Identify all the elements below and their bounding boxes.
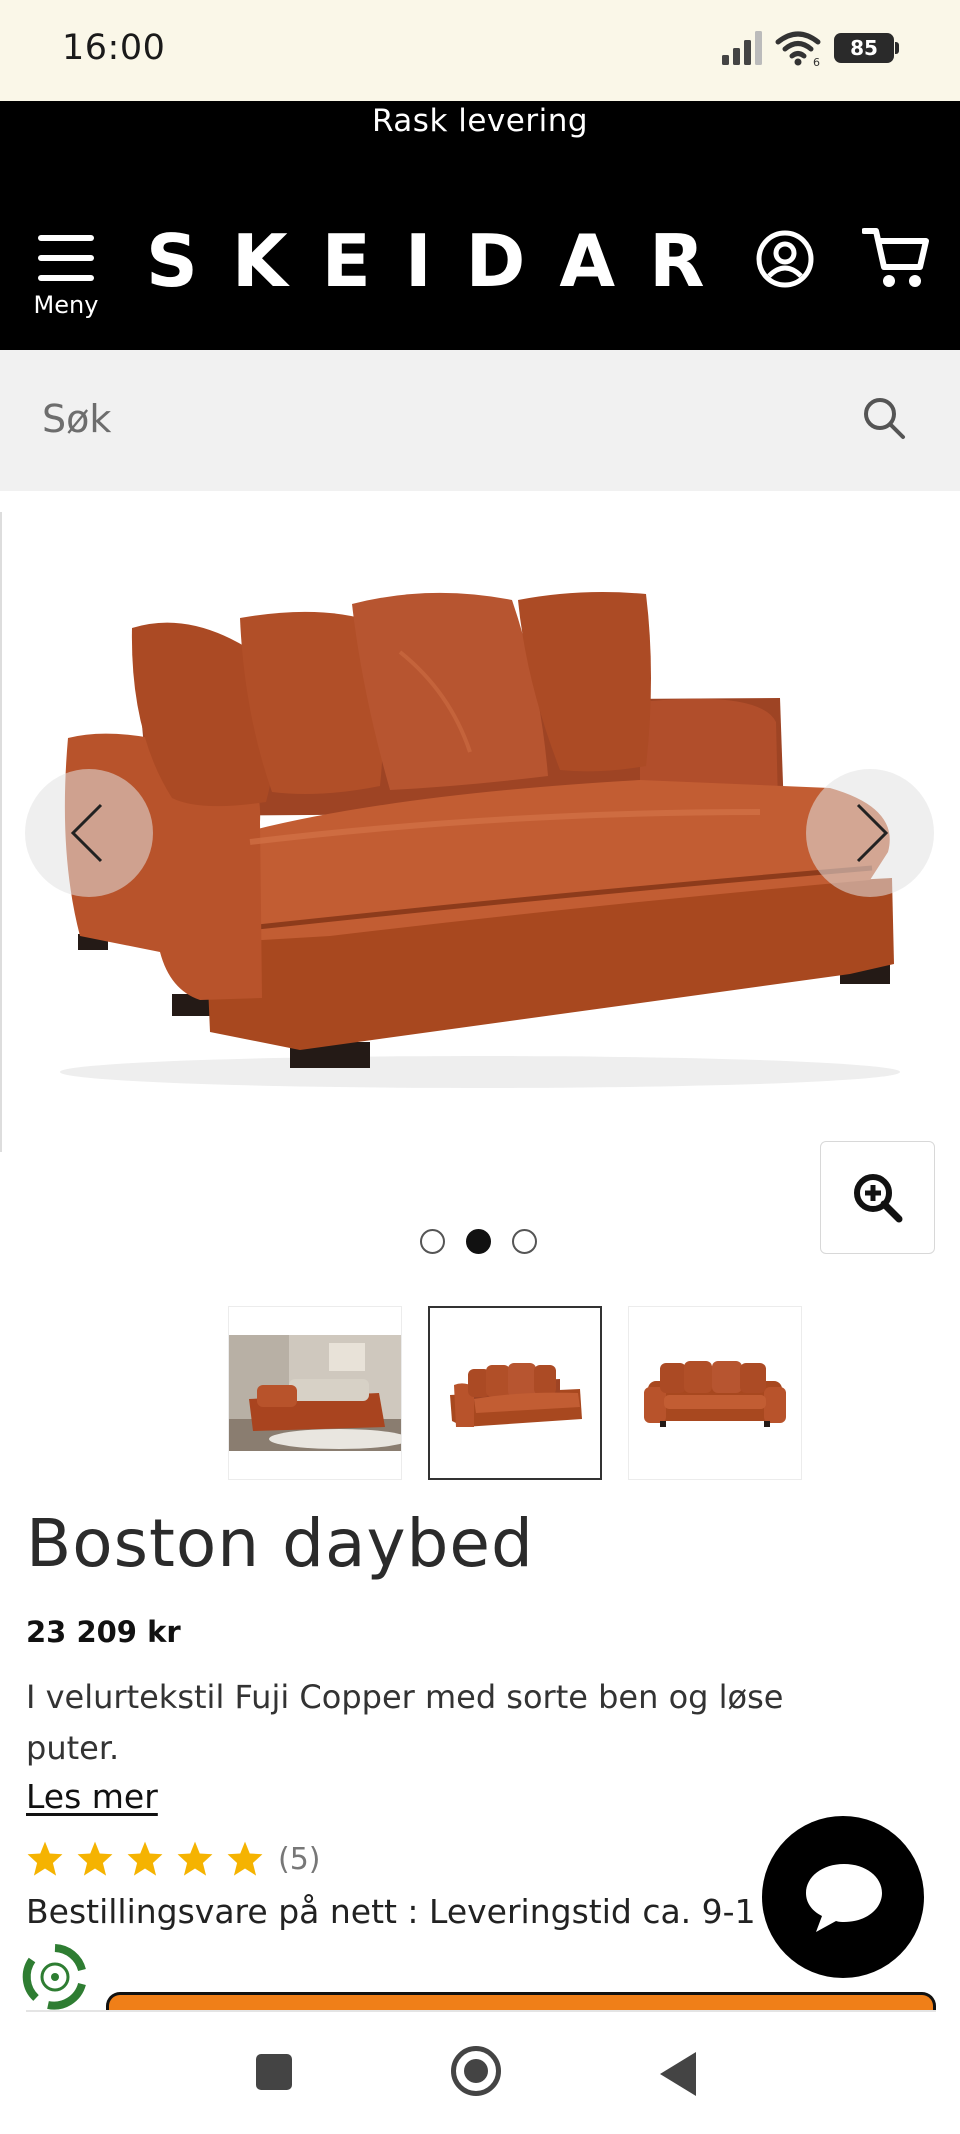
status-bar: 16:00 6 85 <box>0 0 960 101</box>
zoom-in-icon <box>854 1174 903 1223</box>
gallery-prev-button[interactable] <box>25 769 153 897</box>
chevron-right-icon <box>856 803 889 863</box>
star-icon <box>127 1841 163 1876</box>
star-icon <box>77 1841 113 1876</box>
gallery-dot[interactable] <box>420 1229 445 1254</box>
product-price: 23 209 kr <box>26 1615 181 1649</box>
product-title: Boston daybed <box>26 1505 534 1582</box>
back-icon[interactable] <box>660 2052 696 2096</box>
product-rating[interactable]: (5) <box>26 1840 321 1878</box>
promo-banner[interactable]: Rask levering <box>0 101 960 141</box>
thumbnail-front-image <box>644 1361 786 1427</box>
review-count: (5) <box>278 1841 321 1877</box>
search-input[interactable] <box>42 386 822 452</box>
battery-icon: 85 <box>834 33 899 63</box>
battery-level: 85 <box>850 36 878 60</box>
zoom-button[interactable] <box>820 1141 935 1254</box>
wifi-icon: 6 <box>775 31 821 66</box>
signal-icon <box>722 31 762 65</box>
thumbnail-strip <box>228 1306 802 1480</box>
thumbnail-1[interactable] <box>228 1306 402 1480</box>
search-bar <box>0 350 960 491</box>
recents-icon[interactable] <box>256 2054 292 2090</box>
add-to-cart-button[interactable] <box>106 1992 936 2012</box>
divider <box>26 2010 936 2012</box>
site-header: Rask levering Meny SKEIDAR <box>0 101 960 350</box>
delivery-info: Bestillingsvare på nett : Leveringstid c… <box>26 1892 756 1931</box>
gallery-next-button[interactable] <box>806 769 934 897</box>
star-icon <box>177 1841 213 1876</box>
menu-button[interactable]: Meny <box>30 227 102 323</box>
gallery-dots <box>420 1229 537 1255</box>
account-icon[interactable] <box>756 230 814 288</box>
read-more-link[interactable]: Les mer <box>26 1777 158 1816</box>
network-label: 6 <box>813 56 820 66</box>
chat-button[interactable] <box>762 1816 924 1978</box>
search-icon[interactable] <box>862 396 906 440</box>
star-icon <box>27 1841 63 1876</box>
gallery-dot[interactable] <box>512 1229 537 1254</box>
chat-icon <box>806 1864 882 1932</box>
home-icon[interactable] <box>451 2046 501 2096</box>
thumbnail-2[interactable] <box>428 1306 602 1480</box>
hamburger-icon <box>38 235 94 281</box>
status-icons: 6 85 <box>722 28 899 68</box>
cart-icon[interactable] <box>862 225 930 291</box>
thumbnail-daybed-image <box>450 1363 582 1427</box>
recycle-icon[interactable] <box>18 1940 92 2014</box>
menu-label: Meny <box>33 291 99 319</box>
product-description: I velurtekstil Fuji Copper med sorte ben… <box>26 1678 784 1767</box>
chevron-left-icon <box>70 803 103 863</box>
system-nav-bar <box>0 2014 960 2134</box>
thumbnail-3[interactable] <box>628 1306 802 1480</box>
thumbnail-room-image <box>229 1335 401 1451</box>
gallery-dot-active[interactable] <box>466 1229 491 1254</box>
star-icon <box>227 1841 263 1876</box>
status-time: 16:00 <box>62 28 166 68</box>
site-logo[interactable]: SKEIDAR <box>146 219 739 303</box>
